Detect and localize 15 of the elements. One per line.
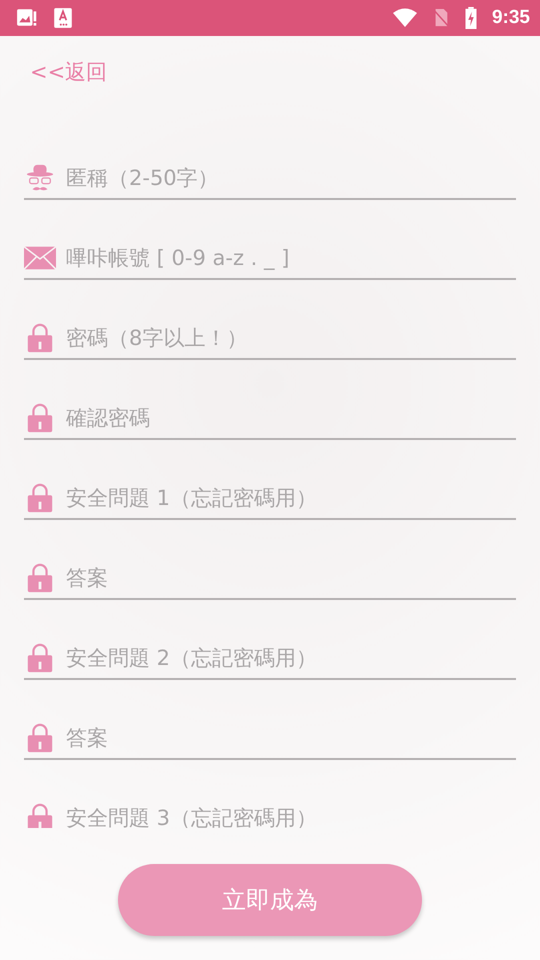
clock-time: 9:35	[492, 7, 530, 29]
input-field[interactable]: 安全問題 2（忘記密碼用）	[66, 646, 516, 670]
input-field[interactable]: 確認密碼	[66, 406, 516, 430]
input-field[interactable]: 答案	[66, 566, 516, 590]
back-link[interactable]: <<返回	[30, 58, 108, 86]
register-button[interactable]: 立即成為	[118, 864, 422, 936]
input-field[interactable]: 嗶咔帳號 [ 0-9 a-z . _ ]	[66, 246, 516, 270]
input-field[interactable]: 匿稱（2-50字）	[66, 166, 516, 190]
hat-glasses-icon	[24, 163, 56, 193]
wifi-icon	[392, 8, 418, 28]
input-field[interactable]: 安全問題 1（忘記密碼用）	[66, 486, 516, 510]
battery-charging-icon	[464, 7, 478, 29]
input-field[interactable]: 密碼（8字以上！）	[66, 326, 516, 350]
font-notification-icon	[52, 7, 74, 29]
input-field[interactable]: 答案	[66, 726, 516, 750]
